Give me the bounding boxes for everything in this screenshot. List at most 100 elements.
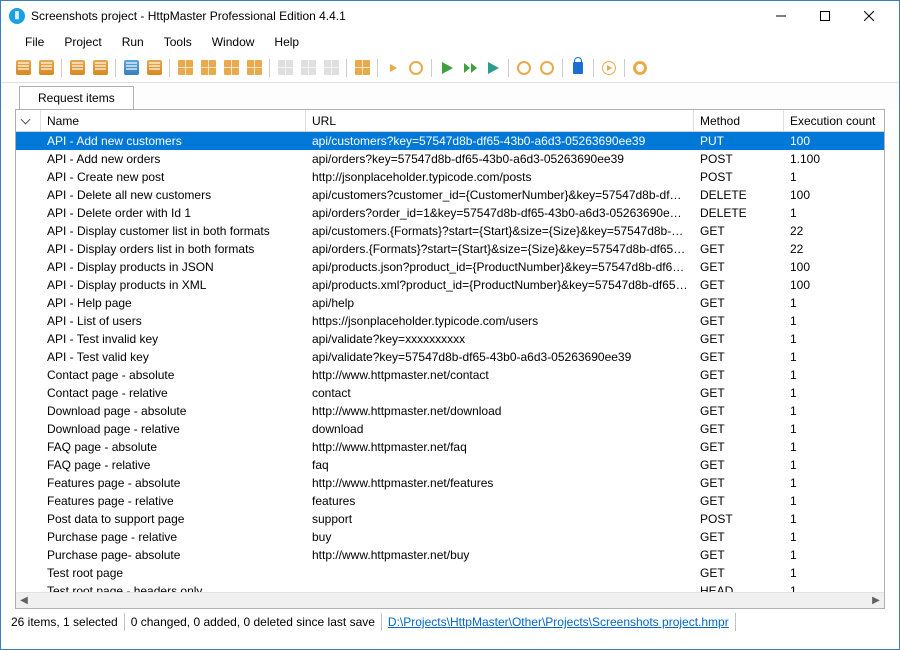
open-project-button[interactable] [36, 58, 56, 78]
scroll-left-icon[interactable]: ◀ [16, 593, 32, 609]
table-row[interactable]: Features page - relativefeaturesGET1 [16, 492, 884, 510]
table-row[interactable]: Purchase page- absolutehttp://www.httpma… [16, 546, 884, 564]
table-row[interactable]: API - Display products in XMLapi/product… [16, 276, 884, 294]
cell-name: API - Create new post [41, 170, 306, 184]
horizontal-scrollbar[interactable]: ◀ ▶ [16, 592, 884, 608]
table-row[interactable]: Download page - relativedownloadGET1 [16, 420, 884, 438]
cell-name: Test root page [41, 566, 306, 580]
cell-name: API - Delete all new customers [41, 188, 306, 202]
col-sort[interactable] [16, 110, 41, 131]
copy-item-button[interactable] [221, 58, 241, 78]
menu-run[interactable]: Run [112, 32, 154, 52]
table-row[interactable]: API - Add new customersapi/customers?key… [16, 132, 884, 150]
table-row[interactable]: API - Help pageapi/helpGET1 [16, 294, 884, 312]
table-row[interactable]: API - Test invalid keyapi/validate?key=x… [16, 330, 884, 348]
table-row[interactable]: Features page - absolutehttp://www.httpm… [16, 474, 884, 492]
run-step-button[interactable] [383, 58, 403, 78]
cell-method: GET [694, 386, 784, 400]
tab-request-items[interactable]: Request items [19, 86, 134, 109]
cell-url: api/validate?key=xxxxxxxxxx [306, 332, 694, 346]
statusbar: 26 items, 1 selected 0 changed, 0 added,… [1, 611, 899, 633]
menu-file[interactable]: File [15, 32, 54, 52]
save-button[interactable] [67, 58, 87, 78]
add-item-button[interactable] [175, 58, 195, 78]
col-method[interactable]: Method [694, 110, 784, 131]
table-row[interactable]: API - List of usershttps://jsonplacehold… [16, 312, 884, 330]
table-row[interactable]: API - Test valid keyapi/validate?key=575… [16, 348, 884, 366]
scroll-right-icon[interactable]: ▶ [868, 593, 884, 609]
status-path-link[interactable]: D:\Projects\HttpMaster\Other\Projects\Sc… [382, 613, 736, 631]
menu-window[interactable]: Window [202, 32, 265, 52]
table-row[interactable]: Post data to support pagesupportPOST1 [16, 510, 884, 528]
lock-button[interactable] [568, 58, 588, 78]
table-row[interactable]: Test root page - headers onlyHEAD1 [16, 582, 884, 592]
table-row[interactable]: Test root pageGET1 [16, 564, 884, 582]
new-project-button[interactable] [13, 58, 33, 78]
cell-url: api/customers?customer_id={CustomerNumbe… [306, 188, 694, 202]
col-url[interactable]: URL [306, 110, 694, 131]
table-row[interactable]: FAQ page - absolutehttp://www.httpmaster… [16, 438, 884, 456]
disabled-1-button[interactable] [275, 58, 295, 78]
group-button[interactable] [352, 58, 372, 78]
run-circle-button[interactable] [599, 58, 619, 78]
titlebar: ⦀ Screenshots project - HttpMaster Profe… [1, 1, 899, 31]
refresh-button[interactable] [144, 58, 164, 78]
cell-exec: 1 [784, 440, 884, 454]
table-row[interactable]: API - Display products in JSONapi/produc… [16, 258, 884, 276]
menu-tools[interactable]: Tools [154, 32, 202, 52]
minimize-button[interactable] [759, 1, 803, 31]
table-row[interactable]: FAQ page - relativefaqGET1 [16, 456, 884, 474]
table-row[interactable]: Download page - absolutehttp://www.httpm… [16, 402, 884, 420]
table-row[interactable]: API - Delete all new customersapi/custom… [16, 186, 884, 204]
cell-name: Post data to support page [41, 512, 306, 526]
table-row[interactable]: API - Add new ordersapi/orders?key=57547… [16, 150, 884, 168]
cell-method: DELETE [694, 206, 784, 220]
cell-name: Test root page - headers only [41, 584, 306, 592]
cell-exec: 1 [784, 206, 884, 220]
schedule-1-button[interactable] [514, 58, 534, 78]
table-row[interactable]: API - Display orders list in both format… [16, 240, 884, 258]
col-name[interactable]: Name [41, 110, 306, 131]
table-row[interactable]: API - Display customer list in both form… [16, 222, 884, 240]
run-options-button[interactable] [406, 58, 426, 78]
table-row[interactable]: API - Delete order with Id 1api/orders?o… [16, 204, 884, 222]
run-all-button[interactable] [460, 58, 480, 78]
app-icon: ⦀ [9, 8, 25, 24]
run-button[interactable] [437, 58, 457, 78]
edit-item-button[interactable] [198, 58, 218, 78]
table-row[interactable]: Contact page - absolutehttp://www.httpma… [16, 366, 884, 384]
table-row[interactable]: API - Create new posthttp://jsonplacehol… [16, 168, 884, 186]
cell-method: PUT [694, 134, 784, 148]
schedule-2-button[interactable] [537, 58, 557, 78]
close-button[interactable] [847, 1, 891, 31]
paste-button[interactable] [121, 58, 141, 78]
cell-name: Purchase page- absolute [41, 548, 306, 562]
cell-method: GET [694, 404, 784, 418]
table-row[interactable]: Purchase page - relativebuyGET1 [16, 528, 884, 546]
grid: Name URL Method Execution count API - Ad… [15, 109, 885, 609]
run-selected-button[interactable] [483, 58, 503, 78]
cell-url: features [306, 494, 694, 508]
save-as-button[interactable] [90, 58, 110, 78]
chevron-down-icon [22, 117, 30, 125]
col-exec[interactable]: Execution count [784, 110, 884, 131]
cell-name: Contact page - relative [41, 386, 306, 400]
cell-name: API - Test invalid key [41, 332, 306, 346]
cell-exec: 1 [784, 368, 884, 382]
menu-help[interactable]: Help [264, 32, 309, 52]
menu-project[interactable]: Project [54, 32, 111, 52]
cell-name: API - Display orders list in both format… [41, 242, 306, 256]
cell-exec: 100 [784, 260, 884, 274]
disabled-2-button[interactable] [298, 58, 318, 78]
maximize-button[interactable] [803, 1, 847, 31]
disabled-3-button[interactable] [321, 58, 341, 78]
cell-url: api/customers?key=57547d8b-df65-43b0-a6d… [306, 134, 694, 148]
delete-item-button[interactable] [244, 58, 264, 78]
cell-url: faq [306, 458, 694, 472]
settings-button[interactable] [630, 58, 650, 78]
cell-name: FAQ page - relative [41, 458, 306, 472]
separator [269, 59, 270, 77]
cell-method: GET [694, 530, 784, 544]
grid-body[interactable]: API - Add new customersapi/customers?key… [16, 132, 884, 592]
table-row[interactable]: Contact page - relativecontactGET1 [16, 384, 884, 402]
